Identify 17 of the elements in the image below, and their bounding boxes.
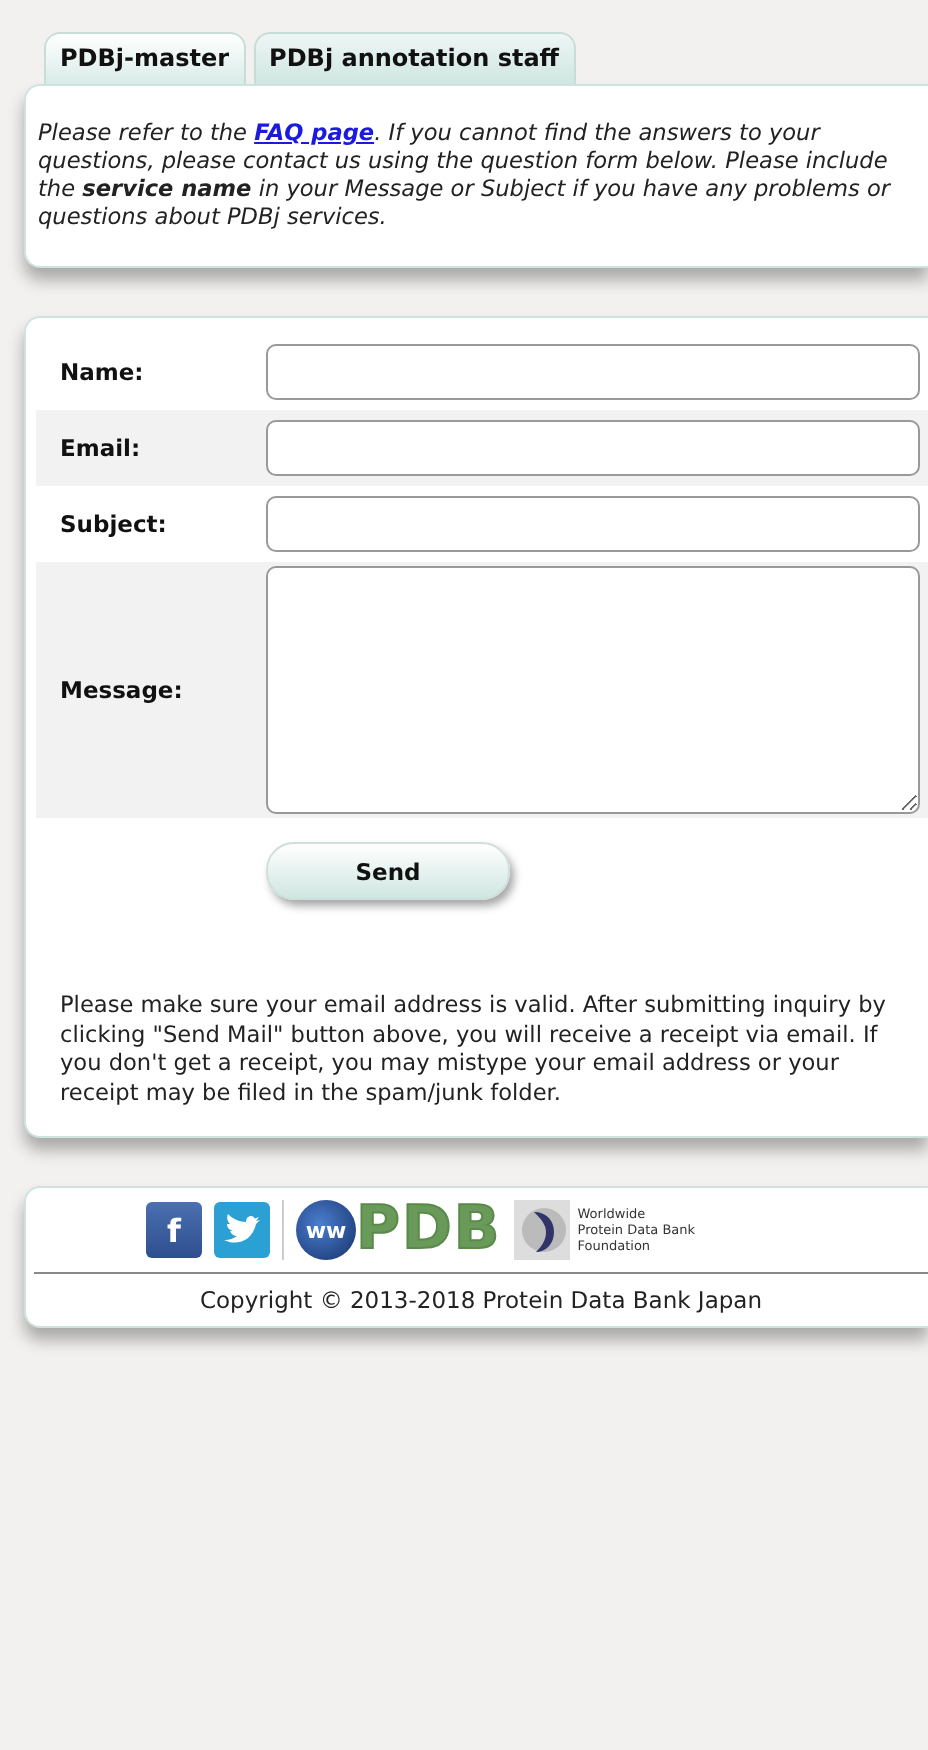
field-label: Name:	[58, 358, 146, 386]
message-field[interactable]	[266, 566, 920, 814]
copyright-text: Copyright © 2013-2018 Protein Data Bank Japan	[197, 1284, 765, 1314]
field-label: Message:	[58, 676, 185, 704]
facebook-icon[interactable]: f	[146, 1202, 202, 1258]
note-text: Please make sure your email address is valid. After submitting inquiry by clicking "Send Mail" button above, you will receive a receipt via email. If you don't get a receipt, you may mistype your email address or your receipt may be filed in the spam/junk folder.	[60, 992, 888, 1108]
intro-text: Please refer to the FAQ page. If you cannot find the answers to your questions, please contact us using the question form below. Please include the service name in your Message or Subject if you have any problems or questions about PDBj services.	[38, 120, 893, 232]
bird-icon[interactable]	[214, 1202, 270, 1258]
faq-link[interactable]: FAQ page	[254, 120, 375, 146]
tab[interactable]: PDBj annotation staff	[253, 32, 576, 84]
field-label: Email:	[58, 434, 143, 462]
tab[interactable]: PDBj-master	[44, 32, 246, 84]
input-field[interactable]	[266, 496, 920, 552]
input-field[interactable]	[266, 420, 920, 476]
field-label: Subject:	[58, 510, 169, 538]
input-field[interactable]	[266, 344, 920, 400]
send-button[interactable]: Send	[266, 842, 510, 900]
